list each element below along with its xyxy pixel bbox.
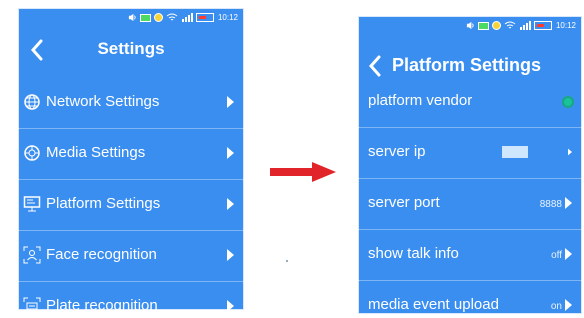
- media-event-upload-label: media event upload: [368, 296, 499, 313]
- chevron-right-icon: [227, 147, 234, 159]
- bulb-icon: [491, 21, 501, 30]
- media-settings-row[interactable]: Media Settings: [18, 129, 244, 180]
- server-port-label: server port: [368, 194, 440, 211]
- show-talk-info-value: off: [551, 250, 562, 261]
- network-settings-row[interactable]: Network Settings: [18, 78, 244, 129]
- signal-icon: [181, 13, 193, 22]
- globe-icon: [24, 94, 40, 110]
- chevron-right-icon: [227, 96, 234, 108]
- media-event-upload-row[interactable]: media event upload on: [358, 281, 582, 314]
- plate-recognition-row[interactable]: Plate recognition: [18, 282, 244, 310]
- chevron-right-icon: [568, 148, 572, 156]
- media-settings-label: Media Settings: [46, 144, 146, 161]
- show-talk-info-row[interactable]: show talk info off: [358, 230, 582, 281]
- status-bar: 10:12: [358, 16, 582, 38]
- server-ip-label: server ip: [368, 143, 426, 160]
- battery-icon: [533, 21, 552, 30]
- signal-icon: [519, 21, 531, 30]
- status-time: 10:12: [555, 21, 576, 30]
- title-bar: Settings: [18, 32, 244, 68]
- server-ip-value-box[interactable]: [502, 146, 528, 158]
- media-event-upload-value: on: [550, 301, 562, 312]
- wifi-icon: [504, 21, 516, 29]
- volume-icon: [128, 13, 136, 22]
- green-status-icon: [477, 21, 489, 30]
- face-scan-icon: [23, 246, 41, 264]
- platform-vendor-label: platform vendor: [368, 92, 473, 109]
- status-bar: 10:12: [18, 8, 244, 30]
- platform-vendor-row[interactable]: platform vendor: [358, 77, 582, 128]
- media-icon: [24, 145, 40, 161]
- show-talk-info-label: show talk info: [368, 245, 459, 262]
- page-title: Platform Settings: [392, 55, 542, 75]
- wifi-icon: [166, 13, 178, 21]
- platform-settings-row[interactable]: Platform Settings: [18, 180, 244, 231]
- chevron-right-icon: [565, 197, 572, 209]
- face-recognition-row[interactable]: Face recognition: [18, 231, 244, 282]
- network-settings-label: Network Settings: [46, 93, 160, 110]
- right-arrow-icon: [270, 162, 336, 182]
- bulb-icon: [153, 13, 163, 22]
- chevron-right-icon: [227, 198, 234, 210]
- chevron-right-icon: [227, 300, 234, 310]
- monitor-icon: [23, 196, 41, 212]
- settings-screen: 10:12 Settings Network Settings Media Se…: [18, 8, 244, 310]
- chevron-right-icon: [565, 248, 572, 260]
- server-port-row[interactable]: server port 8888: [358, 179, 582, 230]
- face-recognition-label: Face recognition: [46, 246, 157, 263]
- settings-list: Network Settings Media Settings Platform…: [18, 78, 244, 310]
- chevron-right-icon: [565, 299, 572, 311]
- volume-icon: [466, 21, 474, 30]
- platform-settings-label: Platform Settings: [46, 195, 161, 212]
- platform-settings-screen: 10:12 Platform Settings platform vendor …: [358, 16, 582, 314]
- battery-icon: [195, 13, 214, 22]
- platform-settings-list: platform vendor server ip server port 88…: [358, 77, 582, 314]
- decorative-dot: [286, 260, 288, 262]
- plate-recognition-label: Plate recognition: [46, 297, 158, 310]
- server-port-value: 8888: [539, 199, 562, 210]
- page-title: Settings: [97, 39, 165, 58]
- green-status-icon: [139, 13, 151, 22]
- plate-scan-icon: [23, 297, 41, 310]
- status-time: 10:12: [217, 13, 238, 22]
- platform-vendor-toggle[interactable]: [562, 96, 574, 108]
- server-ip-row[interactable]: server ip: [358, 128, 582, 179]
- chevron-right-icon: [227, 249, 234, 261]
- back-arrow-icon[interactable]: [366, 54, 384, 78]
